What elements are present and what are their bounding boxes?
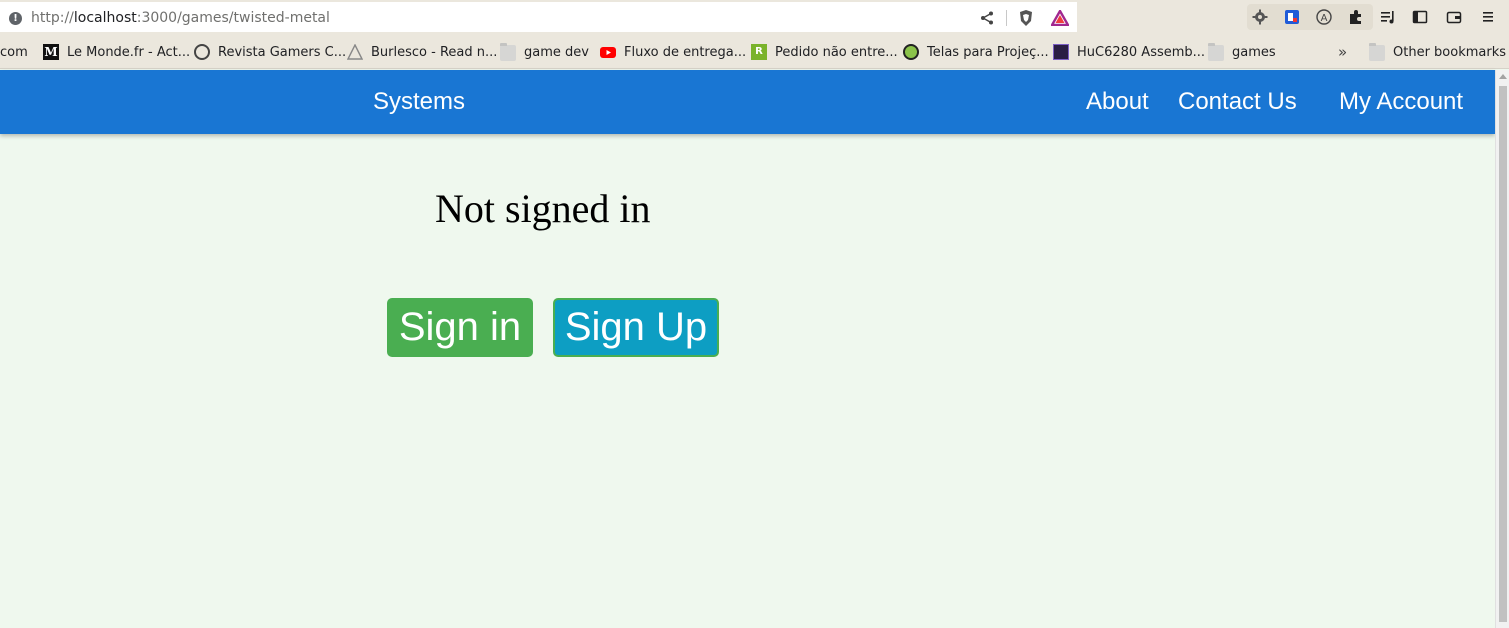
wallet-icon[interactable] <box>1444 7 1464 27</box>
folder-icon <box>1369 43 1385 61</box>
browser-toolbar: ! http://localhost:3000/games/twisted-me… <box>0 0 1509 34</box>
address-bar[interactable]: ! http://localhost:3000/games/twisted-me… <box>0 2 1077 32</box>
huc-icon <box>1053 44 1069 60</box>
scroll-thumb[interactable] <box>1499 86 1507 622</box>
bookmark-item[interactable]: M Le Monde.fr - Act... <box>43 43 190 61</box>
bookmark-item[interactable]: Revista Gamers C... <box>194 43 346 61</box>
gear-extension-icon[interactable] <box>1250 7 1270 27</box>
brave-shield-icon[interactable] <box>1016 8 1036 28</box>
revista-icon <box>194 44 210 60</box>
bookmark-label: Burlesco - Read n... <box>371 44 498 60</box>
bookmark-label: game dev <box>524 44 589 60</box>
bookmark-label: Fluxo de entrega... <box>624 44 747 60</box>
share-icon[interactable] <box>977 8 997 28</box>
folder-icon <box>1208 43 1224 61</box>
nav-contact-link[interactable]: Contact Us <box>1178 88 1297 116</box>
url-path: :3000/games/twisted-metal <box>136 10 330 26</box>
lemonde-icon: M <box>43 44 59 60</box>
bookmark-item[interactable]: Telas para Projeç... <box>903 43 1049 61</box>
site-navbar: Systems About Contact Us My Account <box>0 70 1495 134</box>
bookmark-folder[interactable]: games <box>1208 43 1276 61</box>
bookmark-label: com <box>0 44 28 60</box>
url-host: localhost <box>73 10 137 26</box>
menu-icon[interactable] <box>1478 7 1498 27</box>
bookmark-label: Le Monde.fr - Act... <box>67 44 191 60</box>
bookmark-label: Revista Gamers C... <box>218 44 347 60</box>
bookmark-label: Pedido não entre... <box>775 44 898 60</box>
pedido-icon: R <box>751 44 767 60</box>
bookmark-item[interactable]: R Pedido não entre... <box>751 43 898 61</box>
bookmarks-overflow-chevron-icon[interactable]: » <box>1338 43 1347 61</box>
sidebar-icon[interactable] <box>1410 7 1430 27</box>
folder-icon <box>500 43 516 61</box>
other-bookmarks-folder[interactable]: Other bookmarks <box>1369 43 1506 61</box>
bitwarden-extension-icon[interactable] <box>1282 7 1302 27</box>
bookmark-label: HuC6280 Assemb... <box>1077 44 1206 60</box>
other-bookmarks-label: Other bookmarks <box>1393 44 1507 60</box>
bookmark-folder[interactable]: game dev <box>500 43 589 61</box>
youtube-icon <box>600 44 616 60</box>
brave-rewards-icon[interactable] <box>1050 8 1070 28</box>
bookmark-item[interactable]: HuC6280 Assemb... <box>1053 43 1205 61</box>
media-controls-icon[interactable] <box>1378 7 1398 27</box>
page-scrollbar[interactable] <box>1495 70 1509 628</box>
telas-icon <box>903 44 919 60</box>
bookmark-label: games <box>1232 44 1276 60</box>
bookmark-item[interactable]: Burlesco - Read n... <box>346 43 498 61</box>
svg-text:A: A <box>1321 13 1328 24</box>
scroll-up-arrow-icon[interactable] <box>1499 74 1507 79</box>
nav-about-link[interactable]: About <box>1086 88 1149 116</box>
sign-up-button[interactable]: Sign Up <box>553 298 719 357</box>
url-text[interactable]: http://localhost:3000/games/twisted-meta… <box>31 10 330 26</box>
site-info-icon[interactable]: ! <box>9 12 22 25</box>
bookmarks-bar: com M Le Monde.fr - Act... Revista Gamer… <box>0 34 1509 69</box>
nav-account-link[interactable]: My Account <box>1339 88 1463 116</box>
overflow-label: » <box>1338 43 1348 61</box>
url-scheme: http:// <box>31 10 74 26</box>
translate-extension-icon[interactable]: A <box>1314 7 1334 27</box>
nav-systems-link[interactable]: Systems <box>373 88 465 116</box>
bookmark-item[interactable]: com <box>0 43 28 61</box>
puzzle-extensions-icon[interactable] <box>1346 7 1366 27</box>
sign-in-button[interactable]: Sign in <box>387 298 533 357</box>
page-title: Not signed in <box>435 186 651 231</box>
bookmark-label: Telas para Projeç... <box>927 44 1049 60</box>
bookmark-item[interactable]: Fluxo de entrega... <box>600 43 746 61</box>
omnibox-separator <box>1006 10 1007 26</box>
burlesco-icon <box>346 43 364 60</box>
